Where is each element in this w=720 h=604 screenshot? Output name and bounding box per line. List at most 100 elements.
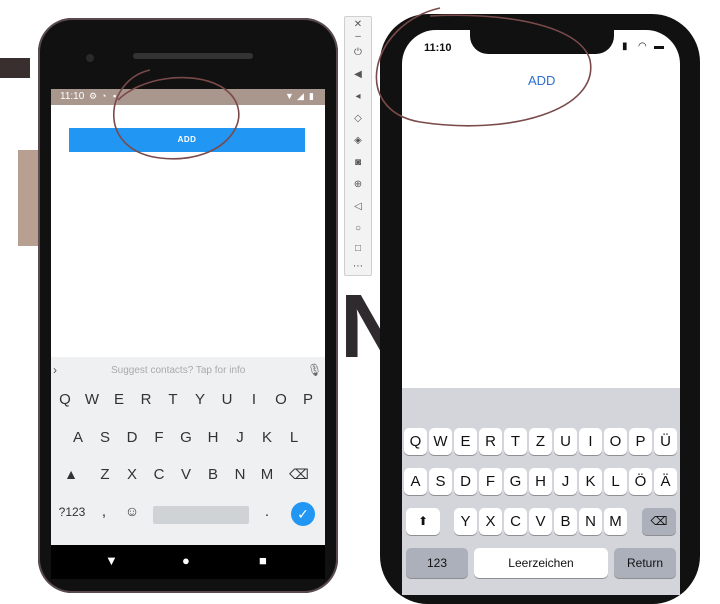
home-circle-icon[interactable]: ● — [182, 553, 190, 568]
key[interactable]: Ö — [629, 468, 652, 495]
key[interactable]: L — [283, 429, 305, 446]
backspace-icon[interactable]: ⌫ — [288, 466, 310, 483]
iphone-notch — [470, 28, 614, 54]
wifi-icon: ▼ — [285, 91, 294, 101]
notification-icon: ▪ — [113, 91, 117, 101]
key[interactable]: U — [216, 391, 238, 408]
key[interactable]: S — [429, 468, 452, 495]
key[interactable]: F — [148, 429, 170, 446]
key[interactable]: B — [554, 508, 577, 535]
key[interactable]: F — [479, 468, 502, 495]
key[interactable]: Y — [454, 508, 477, 535]
key[interactable]: Ä — [654, 468, 677, 495]
enter-check-icon[interactable]: ✓ — [291, 502, 315, 526]
power-icon[interactable]: ⏻ — [345, 47, 371, 58]
shift-key-icon[interactable]: ⬆ — [406, 508, 440, 535]
key[interactable]: I — [579, 428, 602, 455]
key[interactable]: T — [504, 428, 527, 455]
key[interactable]: J — [554, 468, 577, 495]
more-icon[interactable]: ⋯ — [345, 261, 371, 272]
key[interactable]: H — [202, 429, 224, 446]
rotate-right-icon[interactable]: ◈ — [345, 135, 371, 146]
recents-square-icon[interactable]: ■ — [259, 553, 267, 568]
return-key[interactable]: Return — [614, 548, 676, 578]
key[interactable]: W — [429, 428, 452, 455]
volume-down-icon[interactable]: ◂ — [345, 91, 371, 102]
key[interactable]: Q — [404, 428, 427, 455]
delete-key-icon[interactable]: ⌫ — [642, 508, 676, 535]
key[interactable]: T — [162, 391, 184, 408]
add-button[interactable]: ADD — [528, 73, 555, 88]
key[interactable]: R — [135, 391, 157, 408]
key[interactable]: W — [81, 391, 103, 408]
key[interactable]: E — [454, 428, 477, 455]
key[interactable]: D — [454, 468, 477, 495]
shift-key-icon[interactable]: ▲ — [60, 466, 82, 482]
key[interactable]: H — [529, 468, 552, 495]
key[interactable]: X — [479, 508, 502, 535]
wifi-icon: ◠ — [638, 41, 647, 52]
period-key[interactable]: . — [256, 503, 278, 520]
key[interactable]: Z — [94, 466, 116, 483]
key[interactable]: S — [94, 429, 116, 446]
microphone-icon[interactable]: 🎙 — [307, 363, 322, 377]
key[interactable]: Y — [189, 391, 211, 408]
add-button[interactable]: ADD — [69, 128, 305, 152]
battery-icon: ▬ — [654, 41, 664, 52]
key[interactable]: N — [229, 466, 251, 483]
key[interactable]: O — [604, 428, 627, 455]
overview-icon[interactable]: □ — [345, 243, 371, 254]
key[interactable]: U — [554, 428, 577, 455]
close-icon[interactable]: ✕ — [345, 19, 371, 30]
rotate-left-icon[interactable]: ◇ — [345, 113, 371, 124]
battery-icon: ▮ — [309, 91, 314, 101]
key[interactable]: R — [479, 428, 502, 455]
keyboard-suggestion-bar: › Suggest contacts? Tap for info 🎙 — [51, 357, 325, 386]
expand-chevron-icon[interactable]: › — [53, 363, 65, 379]
camera-icon[interactable]: ◙ — [345, 157, 371, 168]
key[interactable]: Q — [54, 391, 76, 408]
symbols-key[interactable]: ?123 — [57, 505, 87, 519]
key[interactable]: P — [297, 391, 319, 408]
minimize-icon[interactable]: – — [345, 31, 371, 42]
key[interactable]: N — [579, 508, 602, 535]
key[interactable]: V — [529, 508, 552, 535]
key[interactable]: G — [504, 468, 527, 495]
key[interactable]: A — [404, 468, 427, 495]
key[interactable]: K — [256, 429, 278, 446]
key[interactable]: D — [121, 429, 143, 446]
key[interactable]: A — [67, 429, 89, 446]
back-icon[interactable]: ◁ — [345, 201, 371, 212]
suggestion-text[interactable]: Suggest contacts? Tap for info — [111, 365, 245, 376]
key[interactable]: K — [579, 468, 602, 495]
key[interactable]: O — [270, 391, 292, 408]
key[interactable]: L — [604, 468, 627, 495]
back-triangle-icon[interactable]: ▼ — [105, 553, 118, 568]
key[interactable]: C — [504, 508, 527, 535]
key[interactable]: P — [629, 428, 652, 455]
earpiece-speaker — [133, 53, 253, 59]
zoom-icon[interactable]: ⊕ — [345, 179, 371, 190]
space-bar[interactable] — [153, 506, 249, 524]
key[interactable]: G — [175, 429, 197, 446]
key[interactable]: Z — [529, 428, 552, 455]
emoji-icon[interactable]: ☺ — [121, 503, 143, 519]
key[interactable]: X — [121, 466, 143, 483]
key[interactable]: C — [148, 466, 170, 483]
comma-key[interactable]: , — [93, 503, 115, 520]
volume-up-icon[interactable]: ◀ — [345, 69, 371, 80]
key[interactable]: M — [604, 508, 627, 535]
home-icon[interactable]: ○ — [345, 223, 371, 234]
key[interactable]: Ü — [654, 428, 677, 455]
key[interactable]: B — [202, 466, 224, 483]
key[interactable]: E — [108, 391, 130, 408]
space-key[interactable]: Leerzeichen — [474, 548, 608, 578]
key[interactable]: M — [256, 466, 278, 483]
numbers-key[interactable]: 123 — [406, 548, 468, 578]
iphone-keyboard: Q W E R T Z U I O P Ü A S D F G H J K L … — [402, 388, 680, 595]
key[interactable]: I — [243, 391, 265, 408]
front-camera — [86, 54, 94, 62]
key[interactable]: J — [229, 429, 251, 446]
signal-icon: ◢ — [297, 91, 304, 101]
key[interactable]: V — [175, 466, 197, 483]
